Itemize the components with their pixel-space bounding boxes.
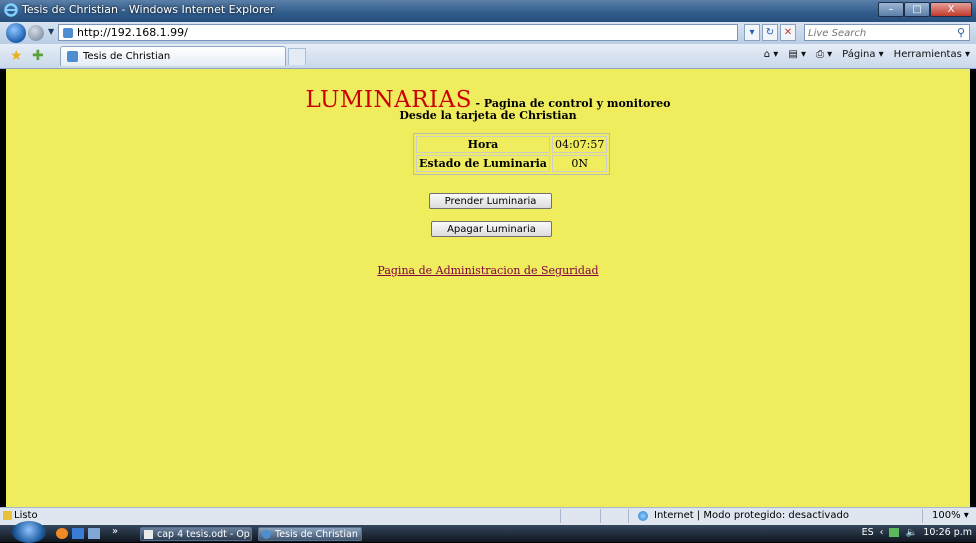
- status-text: Listo: [14, 510, 38, 521]
- taskbar-item-ie[interactable]: Tesis de Christian - ...: [258, 527, 362, 541]
- status-table: Hora 04:07:57 Estado de Luminaria 0N: [413, 133, 611, 175]
- address-dropdown-icon[interactable]: ▾: [744, 24, 760, 41]
- start-button[interactable]: [12, 521, 46, 543]
- taskbar-item-writer[interactable]: cap 4 tesis.odt - Op...: [140, 527, 252, 541]
- admin-link-container: Pagina de Administracion de Seguridad: [6, 264, 970, 277]
- command-bar: ⌂ ▾ ▤ ▾ ⎙ ▾ Página ▾ Herramientas ▾: [764, 49, 970, 60]
- print-button[interactable]: ⎙ ▾: [816, 49, 832, 60]
- tab-active[interactable]: Tesis de Christian: [60, 46, 286, 66]
- feeds-button[interactable]: ▤ ▾: [788, 49, 806, 60]
- taskbar-item-label: cap 4 tesis.odt - Op...: [157, 529, 252, 540]
- navigation-bar: ▼ http://192.168.1.99/ ▾ ↻ ✕ ⚲: [0, 22, 976, 44]
- window-controls: – □ X: [878, 2, 972, 18]
- window-switch-icon[interactable]: [88, 528, 100, 539]
- history-dropdown-icon[interactable]: ▼: [48, 27, 54, 36]
- back-button[interactable]: [6, 23, 26, 43]
- forward-button[interactable]: [28, 25, 44, 41]
- home-button[interactable]: ⌂ ▾: [764, 49, 779, 60]
- search-box: ⚲: [804, 24, 970, 42]
- tab-label: Tesis de Christian: [83, 51, 171, 62]
- volume-icon[interactable]: 🔈: [905, 527, 917, 538]
- title-bar: Tesis de Christian - Windows Internet Ex…: [0, 0, 976, 22]
- table-row: Hora 04:07:57: [416, 136, 608, 153]
- firefox-icon[interactable]: [56, 528, 68, 539]
- quicklaunch-more-icon[interactable]: »: [112, 526, 118, 537]
- status-bar: Listo Internet | Modo protegido: desacti…: [0, 507, 976, 525]
- address-tools: ▾ ↻ ✕: [744, 24, 796, 41]
- page-content: LUMINARIAS - Pagina de control y monitor…: [6, 69, 970, 507]
- favorites-star-icon[interactable]: ★: [10, 48, 23, 64]
- document-icon: [144, 530, 153, 539]
- status-divider: [922, 509, 923, 523]
- maximize-button[interactable]: □: [904, 2, 930, 17]
- refresh-button[interactable]: ↻: [762, 24, 778, 41]
- internet-globe-icon: [638, 511, 648, 521]
- tools-menu[interactable]: Herramientas ▾: [894, 49, 970, 60]
- table-row: Estado de Luminaria 0N: [416, 155, 608, 172]
- search-input[interactable]: [805, 25, 946, 42]
- tab-bar: ★ ✚ Tesis de Christian ⌂ ▾ ▤ ▾ ⎙ ▾ Págin…: [0, 44, 976, 69]
- status-page-icon: [3, 511, 12, 520]
- minimize-button[interactable]: –: [878, 2, 904, 17]
- close-button[interactable]: X: [930, 2, 972, 17]
- turn-off-button[interactable]: Apagar Luminaria: [431, 221, 552, 237]
- search-icon[interactable]: ⚲: [957, 26, 965, 39]
- security-zone[interactable]: Internet | Modo protegido: desactivado: [654, 510, 849, 521]
- lamp-status-value: 0N: [551, 155, 608, 172]
- show-desktop-icon[interactable]: [72, 528, 84, 539]
- ie-logo-icon: [4, 3, 18, 17]
- time-label: Hora: [416, 136, 550, 153]
- page-icon: [63, 28, 73, 38]
- clock[interactable]: 10:26 p.m: [923, 527, 972, 538]
- network-icon[interactable]: [889, 528, 900, 537]
- status-divider: [600, 509, 601, 523]
- taskbar: » cap 4 tesis.odt - Op... Tesis de Chris…: [0, 521, 976, 543]
- new-tab-button[interactable]: [288, 48, 306, 65]
- zoom-level[interactable]: 100% ▾: [932, 510, 969, 521]
- status-divider: [628, 509, 629, 523]
- stop-button[interactable]: ✕: [780, 24, 796, 41]
- tab-page-icon: [67, 51, 78, 62]
- add-favorites-icon[interactable]: ✚: [32, 48, 44, 64]
- address-url: http://192.168.1.99/: [77, 26, 188, 39]
- security-admin-link[interactable]: Pagina de Administracion de Seguridad: [377, 264, 598, 277]
- language-indicator[interactable]: ES: [862, 527, 874, 538]
- page-subtitle: Desde la tarjeta de Christian: [399, 109, 577, 122]
- page-menu[interactable]: Página ▾: [842, 49, 884, 60]
- window-title: Tesis de Christian - Windows Internet Ex…: [22, 3, 275, 16]
- taskbar-item-label: Tesis de Christian - ...: [275, 529, 361, 540]
- status-divider: [560, 509, 561, 523]
- address-bar[interactable]: http://192.168.1.99/: [58, 24, 738, 41]
- system-tray: ES ‹ 🔈 10:26 p.m: [862, 527, 972, 538]
- ie-icon: [262, 530, 271, 539]
- lamp-status-label: Estado de Luminaria: [416, 155, 550, 172]
- time-value: 04:07:57: [551, 136, 608, 153]
- tray-expand-icon[interactable]: ‹: [880, 527, 884, 538]
- turn-on-button[interactable]: Prender Luminaria: [429, 193, 552, 209]
